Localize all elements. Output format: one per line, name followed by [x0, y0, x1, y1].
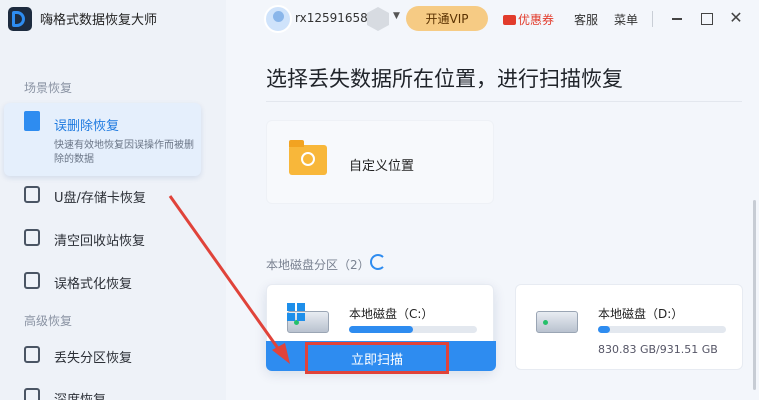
folder-search-icon [289, 140, 327, 175]
scrollbar[interactable] [753, 200, 756, 390]
username[interactable]: rx12591658 [295, 11, 368, 25]
sidebar-item-accidental-delete[interactable]: 误删除恢复 快速有效地恢复因误操作而被删除的数据 [4, 103, 201, 176]
disk-usage-bar [598, 326, 726, 333]
page-title: 选择丢失数据所在位置，进行扫描恢复 [266, 67, 623, 91]
sidebar-item-lost-partition[interactable]: 丢失分区恢复 [4, 340, 201, 370]
disk-usage-fill [349, 326, 413, 333]
menu-link[interactable]: 菜单 [614, 11, 638, 28]
coupon-link[interactable]: 优惠券 [503, 11, 554, 28]
chevron-down-icon[interactable]: ▼ [393, 11, 400, 21]
service-link[interactable]: 客服 [574, 11, 598, 28]
sidebar-item-usb[interactable]: U盘/存储卡恢复 [4, 180, 201, 210]
sidebar-item-label: 误删除恢复 [54, 119, 120, 134]
coupon-icon [503, 15, 516, 25]
disk-size: 830.83 GB/931.51 GB [598, 343, 718, 356]
close-icon[interactable]: ✕ [726, 8, 746, 28]
deep-scan-icon [24, 388, 40, 400]
windows-icon [287, 303, 305, 321]
disk-name: 本地磁盘（C:） [349, 307, 434, 321]
sidebar-item-description: 快速有效地恢复因误操作而被删除的数据 [54, 140, 194, 165]
custom-location-label: 自定义位置 [349, 159, 415, 174]
header-divider [652, 11, 653, 27]
section-label-advanced: 高级恢复 [24, 314, 73, 328]
coupon-label: 优惠券 [518, 13, 555, 27]
usb-icon [24, 186, 40, 203]
file-recover-icon [24, 111, 40, 131]
refresh-icon[interactable] [370, 254, 386, 270]
disk-usage-bar [349, 326, 477, 333]
maximize-icon[interactable] [696, 8, 716, 28]
disk-usage-fill [598, 326, 610, 333]
avatar[interactable] [264, 5, 292, 33]
custom-location-card[interactable]: 自定义位置 [266, 120, 494, 204]
sidebar-item-label: 深度恢复 [54, 389, 106, 400]
sidebar-item-label: 误格式化恢复 [54, 277, 133, 292]
sidebar-item-deep-recovery[interactable]: 深度恢复 [4, 382, 201, 400]
d-logo-icon [8, 7, 32, 31]
divider [266, 101, 742, 102]
disk-card-d[interactable]: 本地磁盘（D:） 830.83 GB/931.51 GB [515, 284, 743, 370]
partition-icon [24, 346, 40, 363]
scan-now-button[interactable]: 立即扫描 [305, 342, 449, 374]
app-title: 嗨格式数据恢复大师 [40, 13, 158, 28]
disk-section-label: 本地磁盘分区（2） [266, 258, 370, 272]
sidebar: 嗨格式数据恢复大师 场景恢复 误删除恢复 快速有效地恢复因误操作而被删除的数据 … [0, 0, 226, 400]
sidebar-item-label: 丢失分区恢复 [54, 351, 133, 366]
section-label-scene: 场景恢复 [24, 81, 73, 95]
minimize-icon[interactable] [667, 8, 687, 28]
disk-name: 本地磁盘（D:） [598, 307, 684, 321]
vip-button[interactable]: 开通VIP [406, 6, 488, 31]
format-icon [24, 272, 40, 289]
drive-icon [536, 311, 578, 333]
trash-icon [24, 229, 40, 246]
sidebar-item-label: 清空回收站恢复 [54, 234, 146, 249]
member-badge-icon[interactable] [367, 7, 389, 31]
sidebar-item-label: U盘/存储卡恢复 [54, 191, 146, 206]
sidebar-item-format[interactable]: 误格式化恢复 [4, 266, 201, 296]
sidebar-item-recycle-bin[interactable]: 清空回收站恢复 [4, 223, 201, 253]
header: rx12591658 ▼ 开通VIP 优惠券 客服 菜单 ✕ [226, 0, 759, 38]
